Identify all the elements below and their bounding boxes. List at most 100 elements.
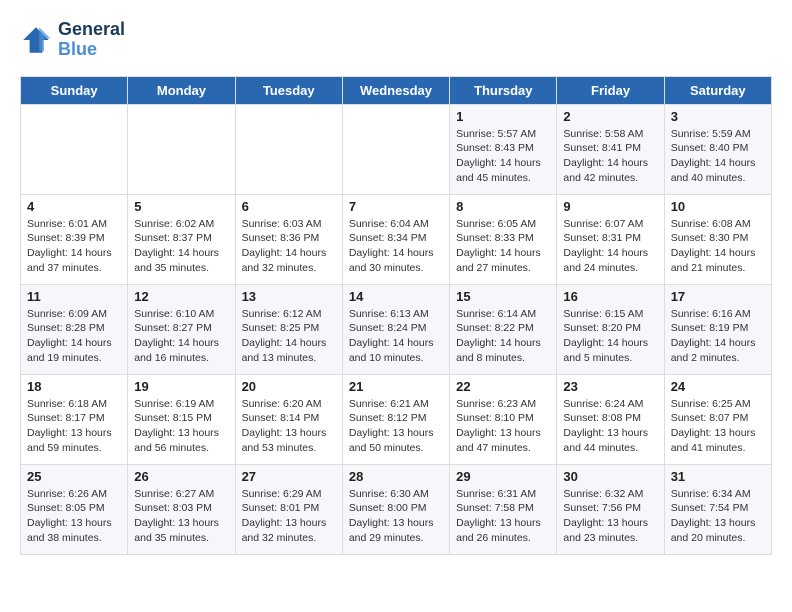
calendar-cell: 6 Sunrise: 6:03 AM Sunset: 8:36 PM Daylig… (235, 194, 342, 284)
day-number: 14 (349, 289, 443, 304)
day-info: Sunrise: 6:12 AM Sunset: 8:25 PM Dayligh… (242, 307, 336, 366)
calendar-cell (235, 104, 342, 194)
day-info: Sunrise: 6:09 AM Sunset: 8:28 PM Dayligh… (27, 307, 121, 366)
day-info: Sunrise: 6:23 AM Sunset: 8:10 PM Dayligh… (456, 397, 550, 456)
calendar-cell: 20 Sunrise: 6:20 AM Sunset: 8:14 PM Dayli… (235, 374, 342, 464)
day-number: 30 (563, 469, 657, 484)
day-info: Sunrise: 6:14 AM Sunset: 8:22 PM Dayligh… (456, 307, 550, 366)
day-info: Sunrise: 6:26 AM Sunset: 8:05 PM Dayligh… (27, 487, 121, 546)
day-info: Sunrise: 6:13 AM Sunset: 8:24 PM Dayligh… (349, 307, 443, 366)
calendar-cell: 16 Sunrise: 6:15 AM Sunset: 8:20 PM Dayli… (557, 284, 664, 374)
calendar-cell: 1 Sunrise: 5:57 AM Sunset: 8:43 PM Daylig… (450, 104, 557, 194)
weekday-header-wednesday: Wednesday (342, 76, 449, 104)
calendar-cell: 4 Sunrise: 6:01 AM Sunset: 8:39 PM Daylig… (21, 194, 128, 284)
calendar-cell: 30 Sunrise: 6:32 AM Sunset: 7:56 PM Dayli… (557, 464, 664, 554)
day-number: 26 (134, 469, 228, 484)
calendar-cell: 8 Sunrise: 6:05 AM Sunset: 8:33 PM Daylig… (450, 194, 557, 284)
day-number: 8 (456, 199, 550, 214)
day-number: 2 (563, 109, 657, 124)
calendar-cell: 14 Sunrise: 6:13 AM Sunset: 8:24 PM Dayli… (342, 284, 449, 374)
calendar-cell (128, 104, 235, 194)
calendar-cell: 23 Sunrise: 6:24 AM Sunset: 8:08 PM Dayli… (557, 374, 664, 464)
calendar-cell: 21 Sunrise: 6:21 AM Sunset: 8:12 PM Dayli… (342, 374, 449, 464)
day-info: Sunrise: 6:20 AM Sunset: 8:14 PM Dayligh… (242, 397, 336, 456)
calendar-cell: 22 Sunrise: 6:23 AM Sunset: 8:10 PM Dayli… (450, 374, 557, 464)
day-number: 7 (349, 199, 443, 214)
day-number: 24 (671, 379, 765, 394)
day-number: 25 (27, 469, 121, 484)
day-number: 18 (27, 379, 121, 394)
day-info: Sunrise: 6:24 AM Sunset: 8:08 PM Dayligh… (563, 397, 657, 456)
day-info: Sunrise: 6:34 AM Sunset: 7:54 PM Dayligh… (671, 487, 765, 546)
day-info: Sunrise: 6:27 AM Sunset: 8:03 PM Dayligh… (134, 487, 228, 546)
day-info: Sunrise: 6:30 AM Sunset: 8:00 PM Dayligh… (349, 487, 443, 546)
day-info: Sunrise: 6:15 AM Sunset: 8:20 PM Dayligh… (563, 307, 657, 366)
calendar-cell: 19Sunrise: 6:19 AM Sunset: 8:15 PM Dayli… (128, 374, 235, 464)
day-info: Sunrise: 6:31 AM Sunset: 7:58 PM Dayligh… (456, 487, 550, 546)
calendar-cell: 11 Sunrise: 6:09 AM Sunset: 8:28 PM Dayli… (21, 284, 128, 374)
calendar-cell: 17Sunrise: 6:16 AM Sunset: 8:19 PM Dayli… (664, 284, 771, 374)
day-number: 16 (563, 289, 657, 304)
day-info: Sunrise: 6:01 AM Sunset: 8:39 PM Dayligh… (27, 217, 121, 276)
page-header: General Blue (20, 20, 772, 60)
day-number: 21 (349, 379, 443, 394)
calendar-cell: 26 Sunrise: 6:27 AM Sunset: 8:03 PM Dayli… (128, 464, 235, 554)
calendar-cell: 5 Sunrise: 6:02 AM Sunset: 8:37 PM Daylig… (128, 194, 235, 284)
calendar-cell: 9 Sunrise: 6:07 AM Sunset: 8:31 PM Daylig… (557, 194, 664, 284)
calendar-table: SundayMondayTuesdayWednesdayThursdayFrid… (20, 76, 772, 555)
day-info: Sunrise: 5:58 AM Sunset: 8:41 PM Dayligh… (563, 127, 657, 186)
day-info: Sunrise: 6:10 AM Sunset: 8:27 PM Dayligh… (134, 307, 228, 366)
day-info: Sunrise: 5:59 AM Sunset: 8:40 PM Dayligh… (671, 127, 765, 186)
calendar-cell: 3 Sunrise: 5:59 AM Sunset: 8:40 PM Daylig… (664, 104, 771, 194)
calendar-cell: 25 Sunrise: 6:26 AM Sunset: 8:05 PM Dayli… (21, 464, 128, 554)
day-number: 19 (134, 379, 228, 394)
day-info: Sunrise: 6:25 AM Sunset: 8:07 PM Dayligh… (671, 397, 765, 456)
day-info: Sunrise: 6:03 AM Sunset: 8:36 PM Dayligh… (242, 217, 336, 276)
weekday-header-friday: Friday (557, 76, 664, 104)
day-info: Sunrise: 6:02 AM Sunset: 8:37 PM Dayligh… (134, 217, 228, 276)
day-number: 20 (242, 379, 336, 394)
logo: General Blue (20, 20, 125, 60)
day-number: 27 (242, 469, 336, 484)
day-info: Sunrise: 6:21 AM Sunset: 8:12 PM Dayligh… (349, 397, 443, 456)
day-number: 4 (27, 199, 121, 214)
day-info: Sunrise: 6:29 AM Sunset: 8:01 PM Dayligh… (242, 487, 336, 546)
calendar-cell: 10Sunrise: 6:08 AM Sunset: 8:30 PM Dayli… (664, 194, 771, 284)
day-number: 31 (671, 469, 765, 484)
calendar-cell: 24 Sunrise: 6:25 AM Sunset: 8:07 PM Dayli… (664, 374, 771, 464)
day-number: 1 (456, 109, 550, 124)
day-number: 22 (456, 379, 550, 394)
calendar-cell: 31 Sunrise: 6:34 AM Sunset: 7:54 PM Dayli… (664, 464, 771, 554)
calendar-cell: 2 Sunrise: 5:58 AM Sunset: 8:41 PM Daylig… (557, 104, 664, 194)
day-number: 28 (349, 469, 443, 484)
day-number: 11 (27, 289, 121, 304)
day-number: 12 (134, 289, 228, 304)
calendar-cell: 18 Sunrise: 6:18 AM Sunset: 8:17 PM Dayli… (21, 374, 128, 464)
calendar-cell: 29 Sunrise: 6:31 AM Sunset: 7:58 PM Dayli… (450, 464, 557, 554)
day-info: Sunrise: 5:57 AM Sunset: 8:43 PM Dayligh… (456, 127, 550, 186)
day-info: Sunrise: 6:16 AM Sunset: 8:19 PM Dayligh… (671, 307, 765, 366)
day-info: Sunrise: 6:07 AM Sunset: 8:31 PM Dayligh… (563, 217, 657, 276)
calendar-cell (21, 104, 128, 194)
day-number: 3 (671, 109, 765, 124)
day-info: Sunrise: 6:18 AM Sunset: 8:17 PM Dayligh… (27, 397, 121, 456)
day-info: Sunrise: 6:05 AM Sunset: 8:33 PM Dayligh… (456, 217, 550, 276)
calendar-cell: 12 Sunrise: 6:10 AM Sunset: 8:27 PM Dayli… (128, 284, 235, 374)
calendar-cell: 15 Sunrise: 6:14 AM Sunset: 8:22 PM Dayli… (450, 284, 557, 374)
day-number: 29 (456, 469, 550, 484)
weekday-header-tuesday: Tuesday (235, 76, 342, 104)
weekday-header-saturday: Saturday (664, 76, 771, 104)
logo-icon (20, 24, 52, 56)
calendar-cell: 7 Sunrise: 6:04 AM Sunset: 8:34 PM Daylig… (342, 194, 449, 284)
calendar-cell: 28 Sunrise: 6:30 AM Sunset: 8:00 PM Dayli… (342, 464, 449, 554)
day-number: 6 (242, 199, 336, 214)
day-info: Sunrise: 6:04 AM Sunset: 8:34 PM Dayligh… (349, 217, 443, 276)
day-number: 5 (134, 199, 228, 214)
day-number: 23 (563, 379, 657, 394)
day-number: 9 (563, 199, 657, 214)
day-number: 15 (456, 289, 550, 304)
day-info: Sunrise: 6:32 AM Sunset: 7:56 PM Dayligh… (563, 487, 657, 546)
calendar-cell (342, 104, 449, 194)
weekday-header-monday: Monday (128, 76, 235, 104)
day-number: 13 (242, 289, 336, 304)
